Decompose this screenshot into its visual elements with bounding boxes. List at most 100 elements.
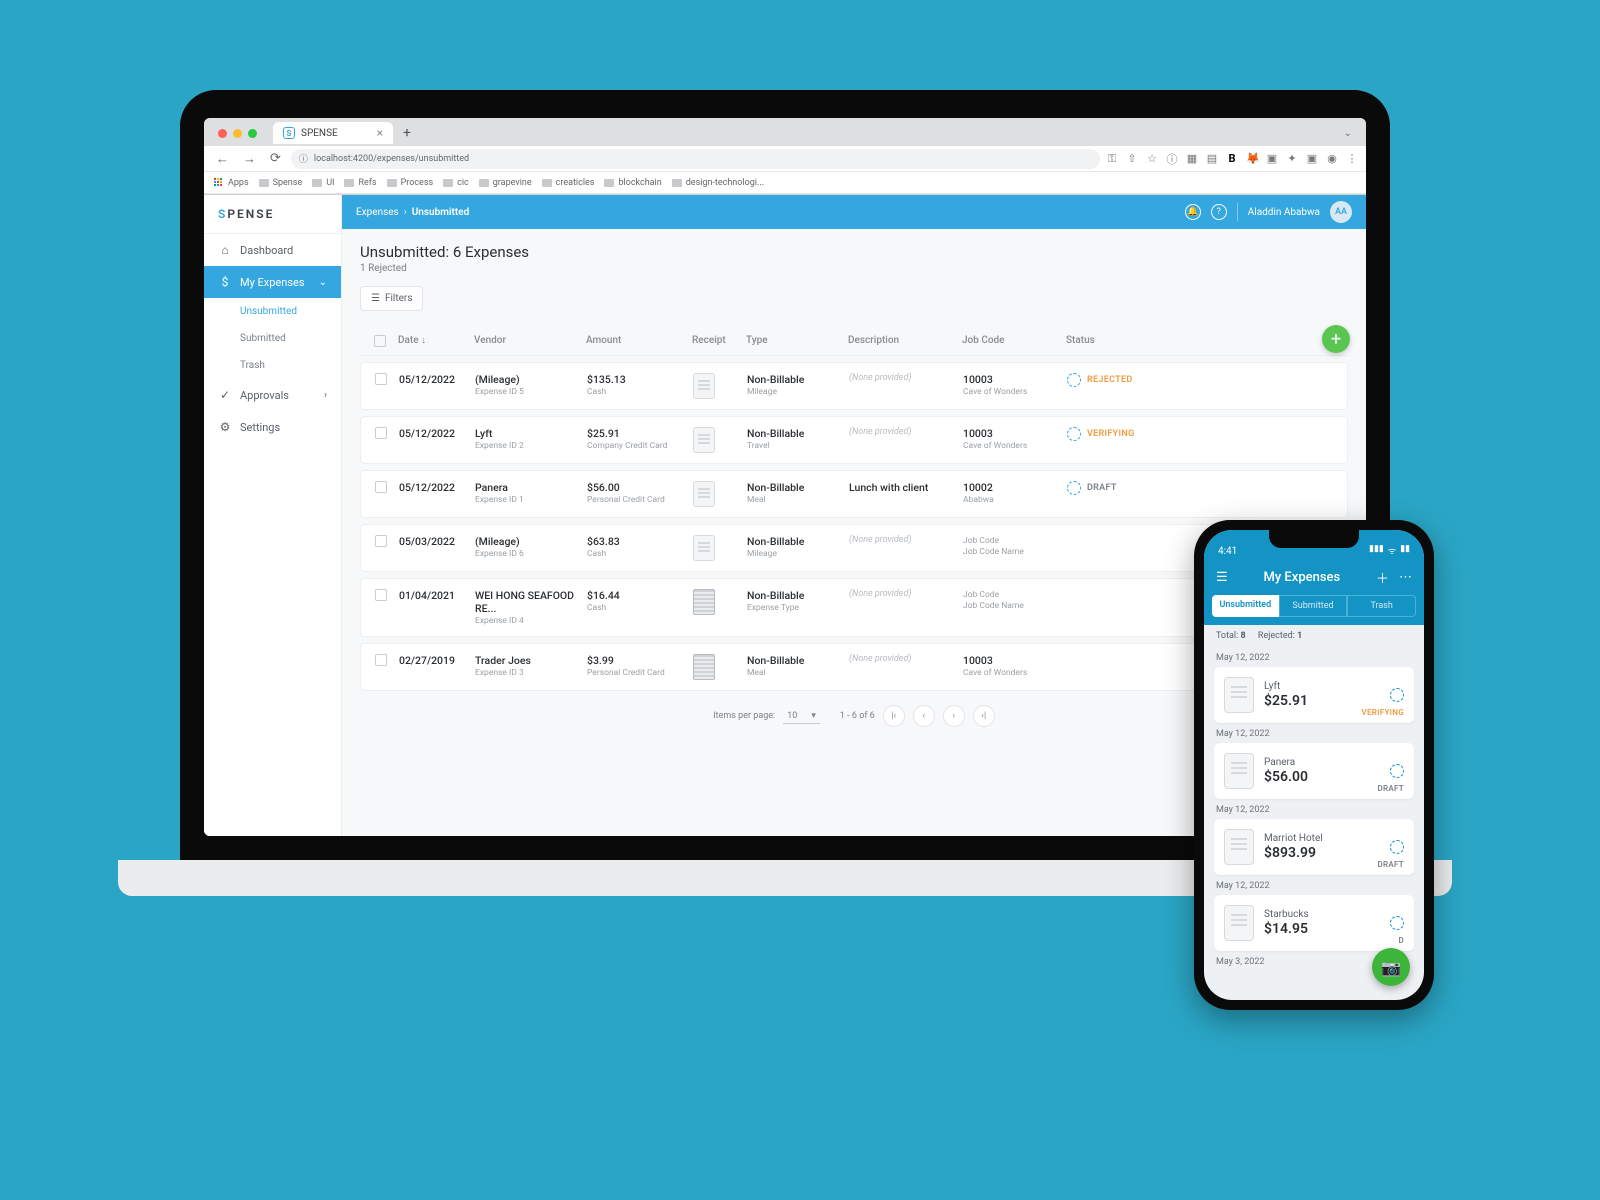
extensions-icon[interactable]: ✦	[1286, 152, 1298, 165]
close-window-icon[interactable]	[218, 129, 227, 138]
phone-tabs: Unsubmitted Submitted Trash	[1204, 595, 1424, 625]
back-button[interactable]: ←	[212, 151, 233, 167]
bookmark-item[interactable]: design-technologi...	[672, 178, 764, 188]
extension-icon[interactable]: ▦	[1186, 152, 1198, 165]
filters-button[interactable]: ☰Filters	[360, 286, 423, 311]
row-checkbox[interactable]	[375, 373, 387, 385]
sidebar-subitem-trash[interactable]: Trash	[204, 352, 341, 379]
url-input[interactable]: ⓘ localhost:4200/expenses/unsubmitted	[291, 149, 1100, 169]
tab-close-icon[interactable]: ×	[377, 126, 383, 140]
site-info-icon[interactable]: ⓘ	[299, 152, 308, 165]
page-next-button[interactable]: ›	[943, 705, 965, 727]
col-receipt[interactable]: Receipt	[692, 335, 742, 346]
page-first-button[interactable]: |‹	[883, 705, 905, 727]
minimize-window-icon[interactable]	[233, 129, 242, 138]
maximize-window-icon[interactable]	[248, 129, 257, 138]
col-status[interactable]: Status	[1066, 335, 1138, 346]
row-checkbox[interactable]	[375, 589, 387, 601]
receipt-placeholder-icon[interactable]	[693, 535, 715, 561]
bookmark-item[interactable]: Refs	[344, 178, 376, 188]
items-per-page-select[interactable]: 10▾	[783, 709, 820, 724]
extension-icon[interactable]: 🦊	[1246, 152, 1258, 165]
row-checkbox[interactable]	[375, 481, 387, 493]
bookmark-item[interactable]: cic	[443, 178, 469, 188]
star-icon[interactable]: ☆	[1146, 152, 1158, 165]
avatar[interactable]: AA	[1330, 201, 1352, 223]
row-checkbox[interactable]	[375, 427, 387, 439]
cell-type-sub: Mileage	[747, 549, 845, 559]
extension-icon[interactable]: ▣	[1306, 152, 1318, 165]
url-text: localhost:4200/expenses/unsubmitted	[314, 154, 469, 164]
phone-tab-unsubmitted[interactable]: Unsubmitted	[1212, 595, 1279, 617]
sidebar-subitem-unsubmitted[interactable]: Unsubmitted	[204, 298, 341, 325]
select-all-checkbox[interactable]	[374, 335, 386, 347]
phone-date-header: May 12, 2022	[1216, 805, 1412, 815]
receipt-thumbnail[interactable]	[693, 654, 715, 680]
window-controls[interactable]	[212, 129, 263, 138]
table-row[interactable]: 05/12/2022(Mileage)Expense ID 5$135.13Ca…	[360, 362, 1348, 410]
help-icon[interactable]: ?	[1211, 204, 1227, 220]
sidebar-item-approvals[interactable]: ✓Approvals›	[204, 379, 341, 411]
sort-down-icon: ↓	[421, 335, 426, 346]
key-icon[interactable]: ⚿	[1106, 152, 1118, 166]
col-jobcode[interactable]: Job Code	[962, 335, 1062, 346]
menu-icon[interactable]: ⋮	[1346, 152, 1358, 165]
cell-date: 05/12/2022	[399, 373, 471, 386]
notifications-icon[interactable]: 🔔	[1185, 204, 1201, 220]
more-icon[interactable]: ⋯	[1399, 570, 1412, 585]
bookmark-item[interactable]: grapevine	[479, 178, 532, 188]
table-row[interactable]: 05/12/2022LyftExpense ID 2$25.91Company …	[360, 416, 1348, 464]
bookmark-item[interactable]: UI	[312, 178, 334, 188]
bookmark-item[interactable]: creaticles	[542, 178, 595, 188]
info-icon[interactable]: ⓘ	[1166, 151, 1178, 167]
phone-card-amount: $893.99	[1264, 845, 1380, 861]
receipt-thumbnail[interactable]	[693, 589, 715, 615]
row-checkbox[interactable]	[375, 654, 387, 666]
menu-icon[interactable]: ☰	[1216, 570, 1228, 585]
phone-expense-card[interactable]: Starbucks$14.95	[1214, 895, 1414, 951]
profile-avatar-icon[interactable]: ◉	[1326, 152, 1338, 165]
forward-button[interactable]: →	[239, 151, 260, 167]
browser-tab-active[interactable]: S SPENSE ×	[273, 122, 393, 144]
phone-card-vendor: Starbucks	[1264, 909, 1380, 920]
table-row[interactable]: 05/12/2022PaneraExpense ID 1$56.00Person…	[360, 470, 1348, 518]
receipt-placeholder-icon[interactable]	[693, 373, 715, 399]
extension-icon[interactable]: ▤	[1206, 152, 1218, 165]
receipt-placeholder-icon[interactable]	[693, 427, 715, 453]
app-logo[interactable]: SPENSE	[204, 195, 341, 234]
add-button[interactable]: ＋	[1376, 568, 1389, 587]
reload-button[interactable]: ⟳	[266, 151, 285, 166]
phone-camera-fab[interactable]: 📷	[1372, 948, 1410, 986]
sidebar-item-my-expenses[interactable]: $My Expenses⌄	[204, 266, 341, 298]
page-range-text: 1 - 6 of 6	[840, 711, 875, 721]
bookmark-item[interactable]: Spense	[259, 178, 303, 188]
row-checkbox[interactable]	[375, 535, 387, 547]
bookmark-item[interactable]: blockchain	[604, 178, 661, 188]
col-type[interactable]: Type	[746, 335, 844, 346]
breadcrumb[interactable]: Expenses›Unsubmitted	[356, 207, 469, 218]
extension-icon[interactable]: B	[1226, 152, 1238, 165]
receipt-placeholder-icon[interactable]	[693, 481, 715, 507]
col-date[interactable]: Date ↓	[398, 335, 470, 346]
page-prev-button[interactable]: ‹	[913, 705, 935, 727]
share-icon[interactable]: ⇧	[1126, 152, 1138, 165]
col-description[interactable]: Description	[848, 335, 958, 346]
cell-jobcode: 10002	[963, 481, 1063, 494]
phone-tab-submitted[interactable]: Submitted	[1279, 595, 1348, 617]
bookmark-apps[interactable]: Apps	[214, 178, 249, 188]
sidebar-subitem-submitted[interactable]: Submitted	[204, 325, 341, 352]
col-amount[interactable]: Amount	[586, 335, 688, 346]
phone-tab-trash[interactable]: Trash	[1347, 595, 1416, 617]
sidebar-item-dashboard[interactable]: ⌂Dashboard	[204, 234, 341, 266]
col-vendor[interactable]: Vendor	[474, 335, 582, 346]
add-expense-fab[interactable]: +	[1322, 325, 1350, 353]
sidebar-item-settings[interactable]: ⚙Settings	[204, 411, 341, 443]
signal-icon: ▮▮▮	[1369, 544, 1384, 557]
bookmark-item[interactable]: Process	[387, 178, 434, 188]
page-last-button[interactable]: ›|	[973, 705, 995, 727]
user-name[interactable]: Aladdin Ababwa	[1248, 207, 1320, 218]
tabs-overflow-icon[interactable]: ⌄	[1344, 128, 1358, 139]
cell-jobcode: Job Code	[963, 590, 1063, 600]
extension-icon[interactable]: ▣	[1266, 152, 1278, 165]
new-tab-button[interactable]: +	[393, 125, 421, 141]
